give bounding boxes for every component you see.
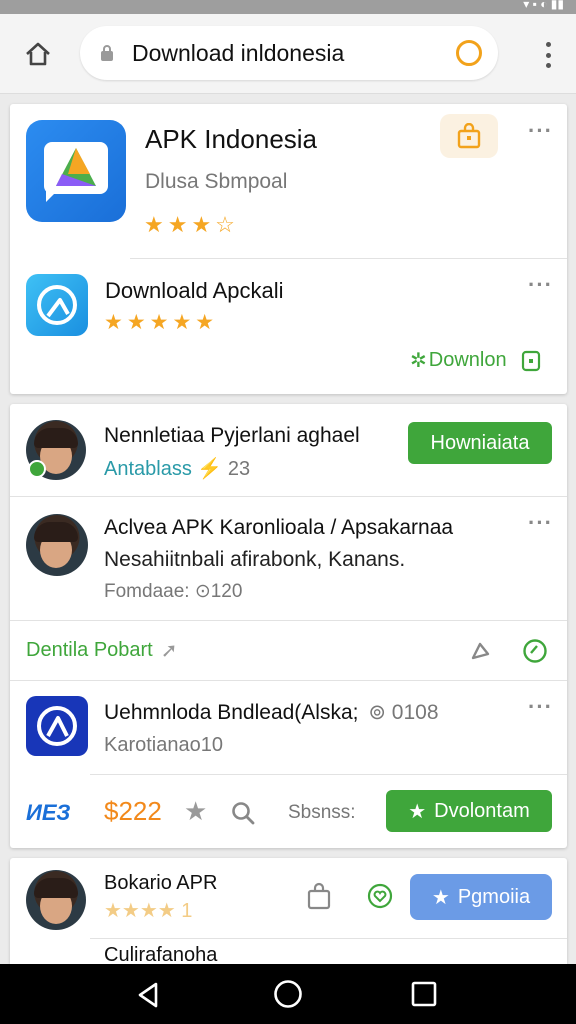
item-title[interactable]: Aclvea APK Karonlioala / Apsakarnaa <box>104 516 453 540</box>
more-options-icon[interactable]: ··· <box>528 512 553 534</box>
status-bar: ▾ ▪ ◐ ▮▮ <box>0 0 576 14</box>
item-title[interactable]: Bokario APR <box>104 872 217 895</box>
star-icon: ★ <box>431 886 450 909</box>
lock-icon <box>101 45 113 61</box>
back-icon[interactable] <box>134 980 164 1010</box>
dot-icon <box>545 52 551 58</box>
divider <box>10 620 567 621</box>
item-count: 23 <box>227 458 251 480</box>
recents-icon[interactable] <box>410 980 438 1008</box>
dot-icon <box>545 63 551 68</box>
download-link[interactable]: ✲ Downlon <box>410 348 541 373</box>
location-icon: ⊚ <box>368 701 386 724</box>
app-logo-icon <box>37 706 77 746</box>
brand-logo: ИЕЗ <box>26 800 71 825</box>
app-card: APK Indonesia Dlusa Sbmpoal ★★★☆ ··· Dow… <box>10 104 567 394</box>
more-options-icon[interactable]: ··· <box>528 120 553 142</box>
shopping-bag-icon[interactable] <box>306 882 332 910</box>
shopping-bag-icon <box>457 123 481 149</box>
share-icon[interactable] <box>470 640 492 662</box>
app-icon-drive[interactable] <box>26 120 126 222</box>
app-rating: ★★★☆ <box>144 212 239 237</box>
feed-card: Nennletiaa Pyjerlani aghael Antablass ⚡ … <box>10 404 567 848</box>
more-options-icon[interactable]: ··· <box>528 696 553 718</box>
home-button[interactable] <box>20 36 56 72</box>
search-icon[interactable] <box>230 800 256 826</box>
item-title[interactable]: Nennletiaa Pyjerlani aghael <box>104 424 360 448</box>
action-link[interactable]: Dentila Pobart ➚ <box>26 638 178 663</box>
download-button[interactable]: ★ Dvolontam <box>386 790 552 832</box>
avatar[interactable] <box>26 514 88 576</box>
overflow-menu-button[interactable] <box>544 42 552 68</box>
check-circle-icon[interactable] <box>522 638 548 664</box>
download-link-label: Downlon <box>428 349 507 371</box>
compass-logo-icon <box>37 285 77 325</box>
app-title[interactable]: APK Indonesia <box>145 124 317 155</box>
item-subtitle-text: Antablass <box>104 458 192 480</box>
sparkle-icon: ✲ <box>410 350 427 372</box>
avatar[interactable] <box>26 870 86 930</box>
divider <box>90 938 567 939</box>
divider <box>90 774 567 775</box>
app-title[interactable]: Downloald Apckali <box>105 278 284 304</box>
item-subtitle: Karotianao10 <box>104 734 223 756</box>
app-rating: ★★★★★ <box>104 311 219 334</box>
lightning-icon: ⚡ <box>197 458 223 480</box>
drive-logo-icon <box>44 142 108 202</box>
pencil-icon: ➚ <box>160 640 178 662</box>
install-button[interactable] <box>440 114 498 158</box>
more-options-icon[interactable]: ··· <box>528 274 553 296</box>
dot-icon <box>545 42 551 47</box>
download-button-label: Pgmoiia <box>457 885 531 908</box>
item-count: 0108 <box>391 701 439 724</box>
item-rating: ★★★★ 1 <box>104 900 193 922</box>
divider <box>130 258 567 259</box>
home-circle-icon[interactable] <box>272 978 304 1010</box>
app-icon-safari[interactable] <box>26 274 88 336</box>
app-subtitle: Dlusa Sbmpoal <box>145 170 288 193</box>
item-title[interactable]: Uehmnloda Bndlead(Alska; <box>104 701 358 724</box>
browser-toolbar: Download inldonesia <box>0 14 576 94</box>
action-link-label: Dentila Pobart <box>26 639 153 661</box>
item-meta: Fomdaae: ⊙120 <box>104 581 243 602</box>
star-icon: ★ <box>408 800 427 823</box>
divider <box>10 496 567 497</box>
item-body: Nesahiitnbali afirabonk, Kanans. <box>104 548 406 571</box>
home-icon <box>26 42 50 66</box>
status-icons: ▾ ▪ ◐ ▮▮ <box>523 0 564 11</box>
download-button[interactable]: ★ Pgmoiia <box>410 874 552 920</box>
heart-icon[interactable] <box>366 882 394 910</box>
star-icon[interactable]: ★ <box>184 796 207 827</box>
navigation-bar <box>0 964 576 1024</box>
online-badge-icon <box>28 460 46 478</box>
footer-label: Sbsnss: <box>288 802 356 823</box>
download-button[interactable]: Howniaiata <box>408 422 552 464</box>
app-icon[interactable] <box>26 696 88 756</box>
divider <box>10 680 567 681</box>
price: $222 <box>104 796 162 826</box>
download-button-label: Dvolontam <box>434 799 530 822</box>
url-text: Download inldonesia <box>132 39 345 66</box>
feed-card: Bokario APR ★★★★ 1 ★ Pgmoiia Culirafanoh… <box>10 858 567 966</box>
item-subtitle: Antablass ⚡ 23 <box>104 456 250 481</box>
item-title-row: Uehmnloda Bndlead(Alska; ⊚ 0108 <box>104 700 439 725</box>
download-button-label: Howniaiata <box>430 431 530 454</box>
file-icon <box>521 350 540 371</box>
address-bar[interactable]: Download inldonesia <box>80 26 498 80</box>
circle-icon[interactable] <box>456 40 482 66</box>
